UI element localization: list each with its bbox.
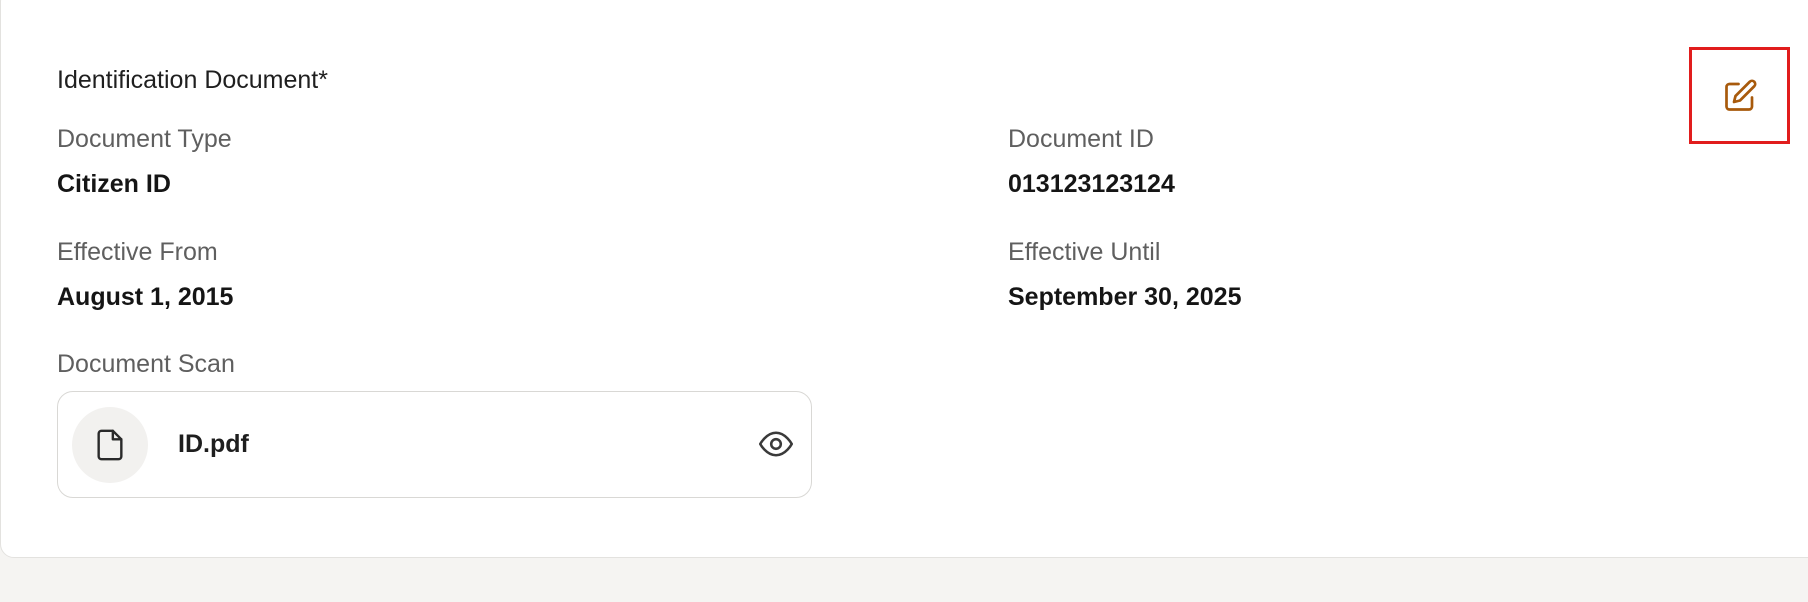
document-type-value: Citizen ID xyxy=(57,170,171,198)
view-file-button[interactable] xyxy=(756,424,796,464)
pencil-edit-icon xyxy=(1724,78,1757,111)
effective-from-label: Effective From xyxy=(57,238,218,266)
section-title: Identification Document* xyxy=(57,66,328,94)
effective-until-value: September 30, 2025 xyxy=(1008,283,1242,311)
edit-button[interactable] xyxy=(1689,47,1790,144)
file-name[interactable]: ID.pdf xyxy=(178,428,249,460)
file-icon-container xyxy=(72,407,148,483)
effective-until-label: Effective Until xyxy=(1008,238,1161,266)
eye-icon xyxy=(758,431,794,457)
document-id-value: 013123123124 xyxy=(1008,170,1175,198)
effective-from-value: August 1, 2015 xyxy=(57,283,234,311)
document-scan-label: Document Scan xyxy=(57,350,235,378)
document-id-label: Document ID xyxy=(1008,125,1154,153)
document-type-label: Document Type xyxy=(57,125,232,153)
file-icon xyxy=(97,429,123,461)
document-scan-file[interactable]: ID.pdf xyxy=(57,391,812,498)
